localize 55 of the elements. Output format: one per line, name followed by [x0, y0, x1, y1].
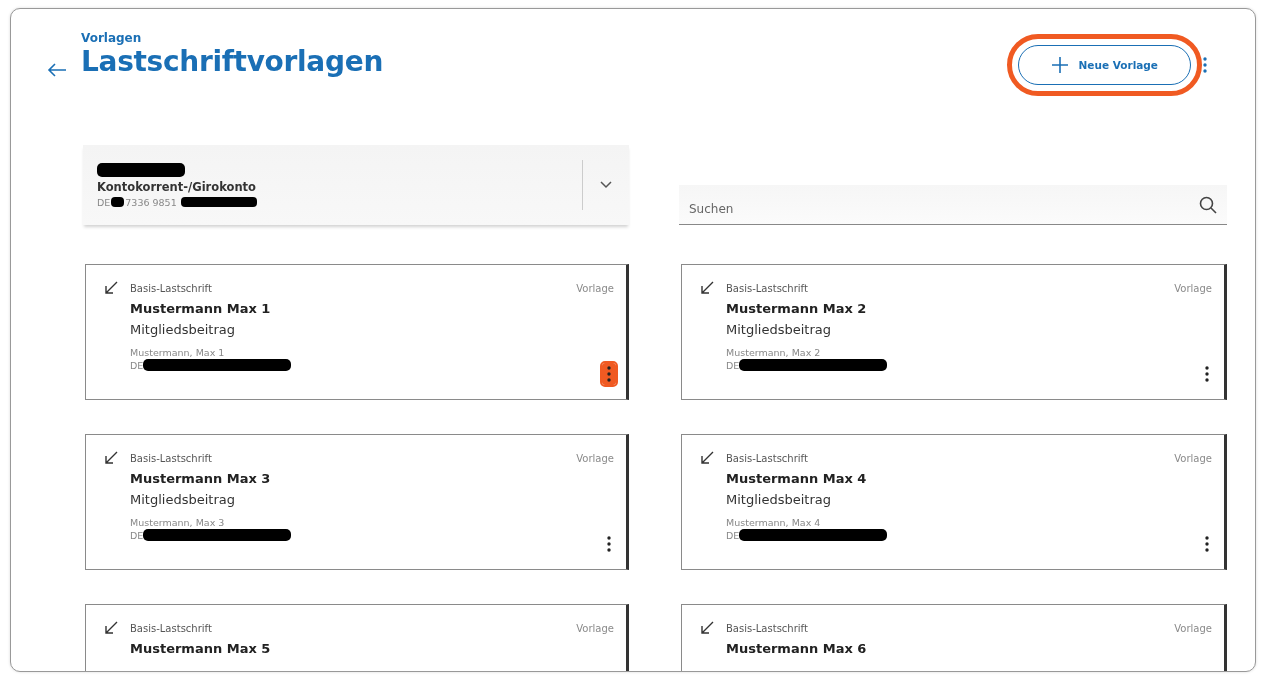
status-label: Vorlage — [1174, 282, 1212, 294]
more-options-icon[interactable] — [602, 363, 616, 385]
plus-icon — [1050, 56, 1069, 74]
template-card[interactable]: Basis-Lastschrift Vorlage Mustermann Max 3 Mitgliedsbeitrag Mustermann, Max 3 DE — [85, 434, 629, 570]
iban-text: DE — [726, 359, 740, 371]
diagonal-arrow-icon — [102, 449, 120, 467]
status-label: Vorlage — [1174, 452, 1212, 464]
diagonal-arrow-icon — [698, 279, 716, 297]
redaction-bar — [111, 197, 125, 207]
debit-type-label: Basis-Lastschrift — [726, 622, 808, 634]
status-label: Vorlage — [576, 452, 614, 464]
status-label: Vorlage — [576, 622, 614, 634]
iban-text: DE — [726, 529, 740, 541]
payer-name: Mustermann, Max 2 — [726, 347, 822, 358]
payer-name: Mustermann, Max 3 — [130, 517, 226, 528]
purpose-text: Mitgliedsbeitrag — [130, 322, 236, 337]
template-name: Mustermann Max 4 — [726, 471, 868, 486]
diagonal-arrow-icon — [698, 449, 716, 467]
search-icon — [1199, 196, 1217, 214]
template-name: Mustermann Max 3 — [130, 471, 272, 486]
debit-type-label: Basis-Lastschrift — [726, 282, 808, 294]
template-name: Mustermann Max 1 — [130, 301, 272, 316]
debit-type-label: Basis-Lastschrift — [130, 622, 212, 634]
purpose-text: Mitgliedsbeitrag — [726, 322, 832, 337]
diagonal-arrow-icon — [102, 619, 120, 637]
status-label: Vorlage — [1174, 622, 1212, 634]
diagonal-arrow-icon — [698, 619, 716, 637]
iban-prefix: DE — [97, 196, 111, 208]
debit-type-label: Basis-Lastschrift — [130, 452, 212, 464]
page-title: Lastschriftvorlagen — [81, 45, 383, 78]
debit-type-label: Basis-Lastschrift — [130, 282, 212, 294]
template-card[interactable]: Basis-Lastschrift Vorlage Mustermann Max 5 — [85, 604, 629, 671]
account-type: Kontokorrent-/Girokonto — [97, 179, 257, 194]
account-selector[interactable]: Kontokorrent-/Girokonto DE 7336 9851 — [83, 145, 629, 225]
status-label: Vorlage — [576, 282, 614, 294]
template-card[interactable]: Basis-Lastschrift Vorlage Mustermann Max 6 — [681, 604, 1227, 671]
iban-text: DE — [130, 529, 144, 541]
diagonal-arrow-icon — [102, 279, 120, 297]
iban-text: DE — [130, 359, 144, 371]
template-card[interactable]: Basis-Lastschrift Vorlage Mustermann Max 1 Mitgliedsbeitrag Mustermann, Max 1 DE — [85, 264, 629, 400]
iban-digits: 7336 9851 — [125, 196, 177, 208]
back-arrow-icon[interactable] — [47, 63, 67, 77]
search-field[interactable]: Suchen — [679, 185, 1227, 225]
debit-type-label: Basis-Lastschrift — [726, 452, 808, 464]
template-name: Mustermann Max 2 — [726, 301, 868, 316]
purpose-text: Mitgliedsbeitrag — [130, 492, 236, 507]
purpose-text: Mitgliedsbeitrag — [726, 492, 832, 507]
template-name: Mustermann Max 6 — [726, 641, 868, 656]
breadcrumb-link[interactable]: Vorlagen — [81, 31, 383, 45]
template-card[interactable]: Basis-Lastschrift Vorlage Mustermann Max 2 Mitgliedsbeitrag Mustermann, Max 2 DE — [681, 264, 1227, 400]
payer-name: Mustermann, Max 4 — [726, 517, 822, 528]
chevron-down-icon — [600, 181, 612, 189]
template-name: Mustermann Max 5 — [130, 641, 272, 656]
payer-name: Mustermann, Max 1 — [130, 347, 226, 358]
template-card[interactable]: Basis-Lastschrift Vorlage Mustermann Max 4 Mitgliedsbeitrag Mustermann, Max 4 DE — [681, 434, 1227, 570]
